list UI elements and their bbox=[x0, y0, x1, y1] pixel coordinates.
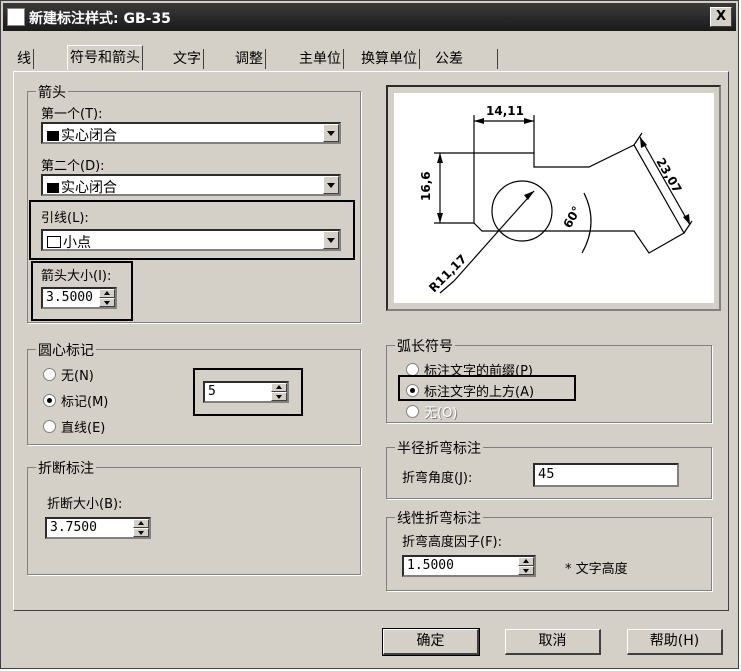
first-arrow-select[interactable]: 实心闭合 bbox=[41, 122, 341, 144]
spin-down-icon[interactable] bbox=[133, 528, 149, 537]
radio-icon bbox=[43, 368, 56, 381]
tab-fit[interactable]: 调整 bbox=[233, 49, 266, 69]
break-size-label: 折断大小(B): bbox=[47, 497, 123, 512]
tab-tolerances[interactable]: 公差 bbox=[433, 49, 498, 69]
jog-angle-input[interactable]: 45 bbox=[533, 463, 679, 487]
title-bar: 新建标注样式: GB-35 X bbox=[3, 3, 736, 31]
radio-icon bbox=[406, 363, 419, 376]
tab-primary-units[interactable]: 主单位 bbox=[297, 49, 344, 69]
preview-drawing: 14,11 16,6 23,07 60° R11,17 bbox=[394, 93, 714, 303]
arc-length-group-title: 弧长符号 bbox=[395, 336, 455, 356]
arrow-size-value: 3.5000 bbox=[46, 290, 93, 305]
radio-icon bbox=[43, 420, 56, 433]
arrowhead bbox=[474, 118, 484, 124]
arc-above-label: 标注文字的上方(A) bbox=[424, 385, 535, 400]
radius-leader bbox=[453, 190, 535, 282]
help-button[interactable]: 帮助(H) bbox=[627, 629, 723, 655]
spin-down-icon[interactable] bbox=[518, 566, 534, 575]
leader-select[interactable]: 小点 bbox=[41, 229, 341, 251]
arrowhead bbox=[524, 191, 534, 200]
center-mark-line-label: 直线(E) bbox=[61, 421, 106, 436]
preview-dim-aligned: 23,07 bbox=[653, 156, 684, 196]
center-mark-none-radio[interactable]: 无(N) bbox=[43, 365, 94, 384]
radio-icon bbox=[406, 405, 419, 418]
preview-dim-left: 16,6 bbox=[419, 171, 433, 201]
center-mark-size-stepper[interactable]: 5 bbox=[203, 381, 289, 403]
arc-prefix-label: 标注文字的前缀(P) bbox=[424, 364, 533, 379]
spin-up-icon[interactable] bbox=[518, 557, 534, 566]
second-arrow-value: 实心闭合 bbox=[61, 180, 117, 196]
spin-up-icon[interactable] bbox=[133, 519, 149, 528]
break-size-stepper[interactable]: 3.7500 bbox=[45, 517, 151, 539]
arc-none-radio[interactable]: 无(O) bbox=[406, 402, 457, 421]
text-height-suffix: * 文字高度 bbox=[565, 562, 628, 577]
tab-alternate-units[interactable]: 换算单位 bbox=[359, 49, 420, 69]
dot-small-icon bbox=[47, 236, 61, 248]
radius-jog-group-title: 半径折弯标注 bbox=[395, 438, 483, 458]
arrow-size-stepper[interactable]: 3.5000 bbox=[41, 287, 117, 309]
jog-height-factor-label: 折弯高度因子(F): bbox=[402, 535, 503, 550]
center-mark-line-radio[interactable]: 直线(E) bbox=[43, 417, 105, 436]
dimension-break-group-title: 折断标注 bbox=[36, 458, 96, 478]
extension-line bbox=[683, 220, 693, 234]
arrow-size-label: 箭头大小(I): bbox=[41, 269, 112, 284]
chevron-down-icon[interactable] bbox=[323, 231, 339, 249]
arc-above-radio[interactable]: 标注文字的上方(A) bbox=[406, 381, 534, 400]
window-title: 新建标注样式: GB-35 bbox=[29, 11, 171, 27]
jog-height-factor-value: 1.5000 bbox=[407, 558, 454, 573]
preview-dim-top: 14,11 bbox=[486, 104, 524, 118]
tab-symbols-arrows[interactable]: 符号和箭头 bbox=[67, 45, 143, 70]
radio-selected-icon bbox=[43, 394, 56, 407]
preview-dim-angle: 60° bbox=[560, 204, 583, 231]
chevron-down-icon[interactable] bbox=[323, 124, 339, 142]
dimension-style-dialog: 新建标注样式: GB-35 X 线 符号和箭头 文字 调整 主单位 换算单位 公… bbox=[0, 0, 739, 669]
arrowhead bbox=[524, 118, 534, 124]
preview-pane: 14,11 16,6 23,07 60° R11,17 bbox=[386, 85, 721, 311]
arrowhead bbox=[437, 153, 443, 163]
linear-jog-group: 线性折弯标注 bbox=[386, 508, 712, 591]
app-icon bbox=[7, 8, 25, 26]
cancel-button[interactable]: 取消 bbox=[505, 629, 601, 655]
arc-none-label: 无(O) bbox=[424, 406, 458, 421]
ok-button[interactable]: 确定 bbox=[382, 628, 480, 656]
tab-lines[interactable]: 线 bbox=[15, 49, 34, 69]
center-mark-mark-label: 标记(M) bbox=[61, 395, 109, 410]
radio-selected-icon bbox=[406, 384, 419, 397]
second-arrow-select[interactable]: 实心闭合 bbox=[41, 174, 341, 196]
jog-angle-label: 折弯角度(J): bbox=[402, 471, 473, 486]
linear-jog-group-title: 线性折弯标注 bbox=[395, 508, 483, 528]
angle-arc bbox=[581, 192, 592, 254]
closed-filled-arrow-icon bbox=[47, 131, 59, 141]
spin-up-icon[interactable] bbox=[271, 383, 287, 392]
spin-up-icon[interactable] bbox=[99, 289, 115, 298]
center-mark-size-value: 5 bbox=[208, 384, 216, 399]
spin-down-icon[interactable] bbox=[99, 298, 115, 307]
jog-height-factor-stepper[interactable]: 1.5000 bbox=[402, 555, 536, 577]
leader-value: 小点 bbox=[63, 235, 91, 251]
chevron-down-icon[interactable] bbox=[323, 176, 339, 194]
hole-circle bbox=[491, 180, 553, 242]
jog-angle-value: 45 bbox=[538, 467, 555, 482]
tab-text[interactable]: 文字 bbox=[171, 49, 204, 69]
arrowheads-group-title: 箭头 bbox=[36, 82, 68, 102]
center-mark-none-label: 无(N) bbox=[61, 369, 94, 384]
leader-label: 引线(L): bbox=[41, 211, 89, 226]
first-arrow-value: 实心闭合 bbox=[61, 128, 117, 144]
spin-down-icon[interactable] bbox=[271, 392, 287, 401]
second-arrow-label: 第二个(D): bbox=[41, 159, 105, 174]
center-mark-mark-radio[interactable]: 标记(M) bbox=[43, 391, 108, 410]
arc-prefix-radio[interactable]: 标注文字的前缀(P) bbox=[406, 360, 533, 379]
preview-dim-radius: R11,17 bbox=[426, 252, 469, 295]
close-button[interactable]: X bbox=[710, 7, 732, 27]
closed-filled-arrow-icon bbox=[47, 183, 59, 193]
arrowhead bbox=[437, 213, 443, 223]
break-size-value: 3.7500 bbox=[50, 520, 97, 535]
first-arrow-label: 第一个(T): bbox=[41, 107, 103, 122]
part-outline bbox=[473, 144, 685, 254]
center-marks-group-title: 圆心标记 bbox=[36, 340, 96, 360]
